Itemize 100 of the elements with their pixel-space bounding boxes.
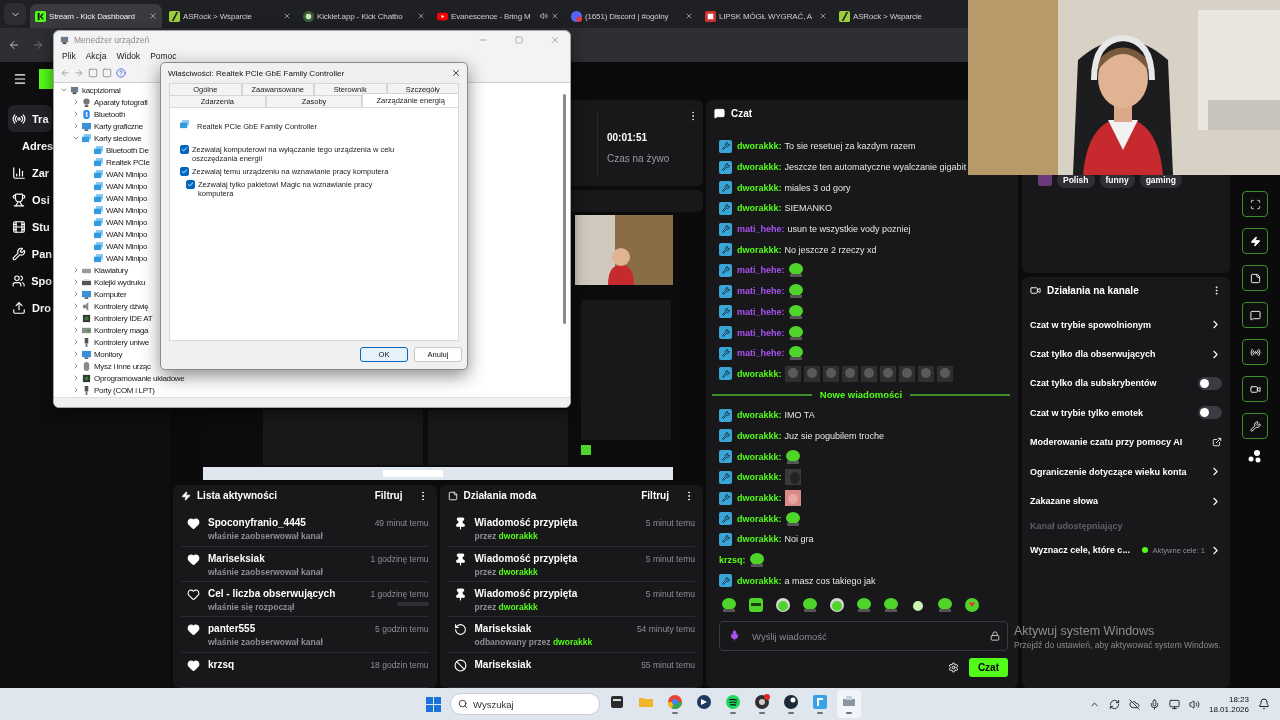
expand-icon[interactable] [72, 302, 80, 310]
tree-item[interactable]: Klawiatury [94, 265, 128, 275]
sidebar-item[interactable]: Tra [8, 105, 52, 132]
chat-username[interactable]: krzsq: [719, 555, 746, 566]
chat-username[interactable]: dworakkk: [737, 451, 782, 462]
tree-item[interactable]: Mysz i inne urząc [94, 361, 151, 371]
tree-item[interactable]: Kontrolery maga [94, 325, 149, 335]
expand-icon[interactable] [72, 386, 80, 394]
expand-icon[interactable] [72, 98, 80, 106]
tree-item[interactable]: WAN Minipo [106, 253, 148, 263]
tab-list-button[interactable] [4, 3, 26, 25]
lock-icon[interactable] [990, 631, 1000, 642]
external-link-icon[interactable] [1212, 437, 1222, 448]
expand-icon[interactable] [72, 374, 80, 382]
tree-item[interactable]: WAN Minipo [106, 169, 148, 179]
chat-username[interactable]: dworakkk: [737, 244, 782, 255]
sidebar-item[interactable]: Pan [8, 240, 52, 267]
chat-username[interactable]: dworakkk: [737, 575, 782, 586]
expand-icon[interactable] [72, 314, 80, 322]
dots-icon[interactable] [1248, 450, 1262, 464]
message-field[interactable]: Wyślij wiadomość [719, 621, 1008, 652]
volume-icon[interactable] [1188, 698, 1200, 710]
mic-icon[interactable] [1148, 698, 1160, 710]
expand-icon[interactable] [72, 122, 80, 130]
tree-item[interactable]: WAN Minipo [106, 229, 148, 239]
close-icon[interactable] [819, 12, 827, 20]
tree-item[interactable]: WAN Minipo [106, 217, 148, 227]
setting-label[interactable]: Zakazane słowa [1030, 496, 1205, 507]
wrench-button[interactable] [1242, 413, 1268, 439]
tree-item[interactable]: Realtek PCIe [106, 157, 150, 167]
chat-username[interactable]: dworakkk: [737, 141, 782, 152]
tree-item[interactable]: Karty graficzne [94, 121, 143, 131]
tree-item[interactable]: Porty (COM i LPT) [94, 385, 155, 395]
clock-date[interactable]: 18.01.2026 [1208, 704, 1249, 714]
collapse-icon[interactable] [72, 134, 80, 142]
close-icon[interactable] [685, 12, 693, 20]
browser-tab[interactable]: ASRock > Wsparcie [164, 4, 296, 28]
tree-item[interactable]: Oprogramowanie układowe [94, 373, 185, 383]
tree-item[interactable]: Bluetooth De [106, 145, 149, 155]
tree-item[interactable]: WAN Minipo [106, 193, 148, 203]
tree-item[interactable]: WAN Minipo [106, 241, 148, 251]
chat-button[interactable] [1242, 302, 1268, 328]
settings-icon[interactable] [947, 662, 959, 674]
chat-username[interactable]: dworakkk: [737, 472, 782, 483]
close-icon[interactable] [283, 12, 291, 20]
setting-label[interactable]: Ograniczenie dotyczące wieku konta [1030, 466, 1205, 477]
chat-username[interactable]: dworakkk: [737, 368, 782, 379]
chat-username[interactable]: dworakkk: [737, 430, 782, 441]
expand-icon[interactable] [72, 110, 80, 118]
sidebar-item[interactable]: Dro [8, 294, 52, 321]
chat-username[interactable]: mati_hehe: [737, 306, 785, 317]
filter-button[interactable]: Filtruj [366, 490, 411, 502]
expand-icon[interactable] [72, 326, 80, 334]
chat-username[interactable]: mati_hehe: [737, 224, 785, 235]
tree-item[interactable]: Karty sieciowe [94, 133, 142, 143]
setting-label[interactable]: Czat tylko dla obserwujących [1030, 349, 1205, 360]
sync-icon[interactable] [1108, 698, 1120, 710]
menu-item[interactable]: Widok [116, 51, 141, 61]
expand-icon[interactable] [72, 290, 80, 298]
tree-item[interactable]: WAN Minipo [106, 205, 148, 215]
search-field[interactable]: Wyszukaj [450, 693, 600, 715]
tree-item[interactable]: Kontrolery uniwe [94, 337, 149, 347]
chat-username[interactable]: dworakkk: [737, 162, 782, 173]
sidebar-item[interactable]: Adres [8, 132, 52, 159]
chat-username[interactable]: dworakkk: [737, 513, 782, 524]
chat-username[interactable]: dworakkk: [737, 410, 782, 421]
chat-username[interactable]: dworakkk: [737, 203, 782, 214]
chat-username[interactable]: mati_hehe: [737, 286, 785, 297]
tree-item[interactable]: Monitory [94, 349, 123, 359]
chat-username[interactable]: mati_hehe: [737, 327, 785, 338]
menu-icon[interactable] [13, 71, 27, 86]
send-button[interactable]: Czat [968, 658, 1008, 678]
tree-item[interactable]: WAN Minipo [106, 181, 148, 191]
chat-username[interactable]: mati_hehe: [737, 348, 785, 359]
tree-item[interactable]: Kontrolery dźwię [94, 301, 149, 311]
sidebar-item[interactable]: Osi [8, 186, 52, 213]
expand-icon[interactable] [72, 350, 80, 358]
scan-button[interactable] [1242, 191, 1268, 217]
back-icon[interactable] [8, 39, 20, 51]
sidebar-item[interactable]: Spo [8, 267, 52, 294]
camera-button[interactable] [1242, 376, 1268, 402]
browser-tab[interactable]: Kicklet.app - Kick Chatbo [298, 4, 430, 28]
expand-icon[interactable] [72, 278, 80, 286]
close-icon[interactable] [149, 12, 157, 20]
note-button[interactable] [1242, 265, 1268, 291]
expand-icon[interactable] [72, 266, 80, 274]
close-icon[interactable] [417, 12, 425, 20]
tree-item[interactable]: Kolejki wydruku [94, 277, 146, 287]
menu-item[interactable]: Pomoc [150, 51, 177, 61]
browser-tab[interactable]: Evanescence - Bring M [432, 4, 564, 28]
filter-button[interactable]: Filtruj [633, 490, 677, 502]
browser-tab[interactable]: (1651) Discord | #ogólny [566, 4, 698, 28]
collapse-icon[interactable] [60, 86, 68, 94]
mic-icon[interactable] [729, 630, 740, 642]
chat-username[interactable]: dworakkk: [737, 534, 782, 545]
chat-username[interactable]: mati_hehe: [737, 265, 785, 276]
tree-item[interactable]: Aparaty fotografi [94, 97, 148, 107]
toggle-switch[interactable] [1198, 376, 1222, 390]
tree-item[interactable]: Komputer [94, 289, 127, 299]
tree-item[interactable]: Bluetooth [94, 109, 126, 119]
